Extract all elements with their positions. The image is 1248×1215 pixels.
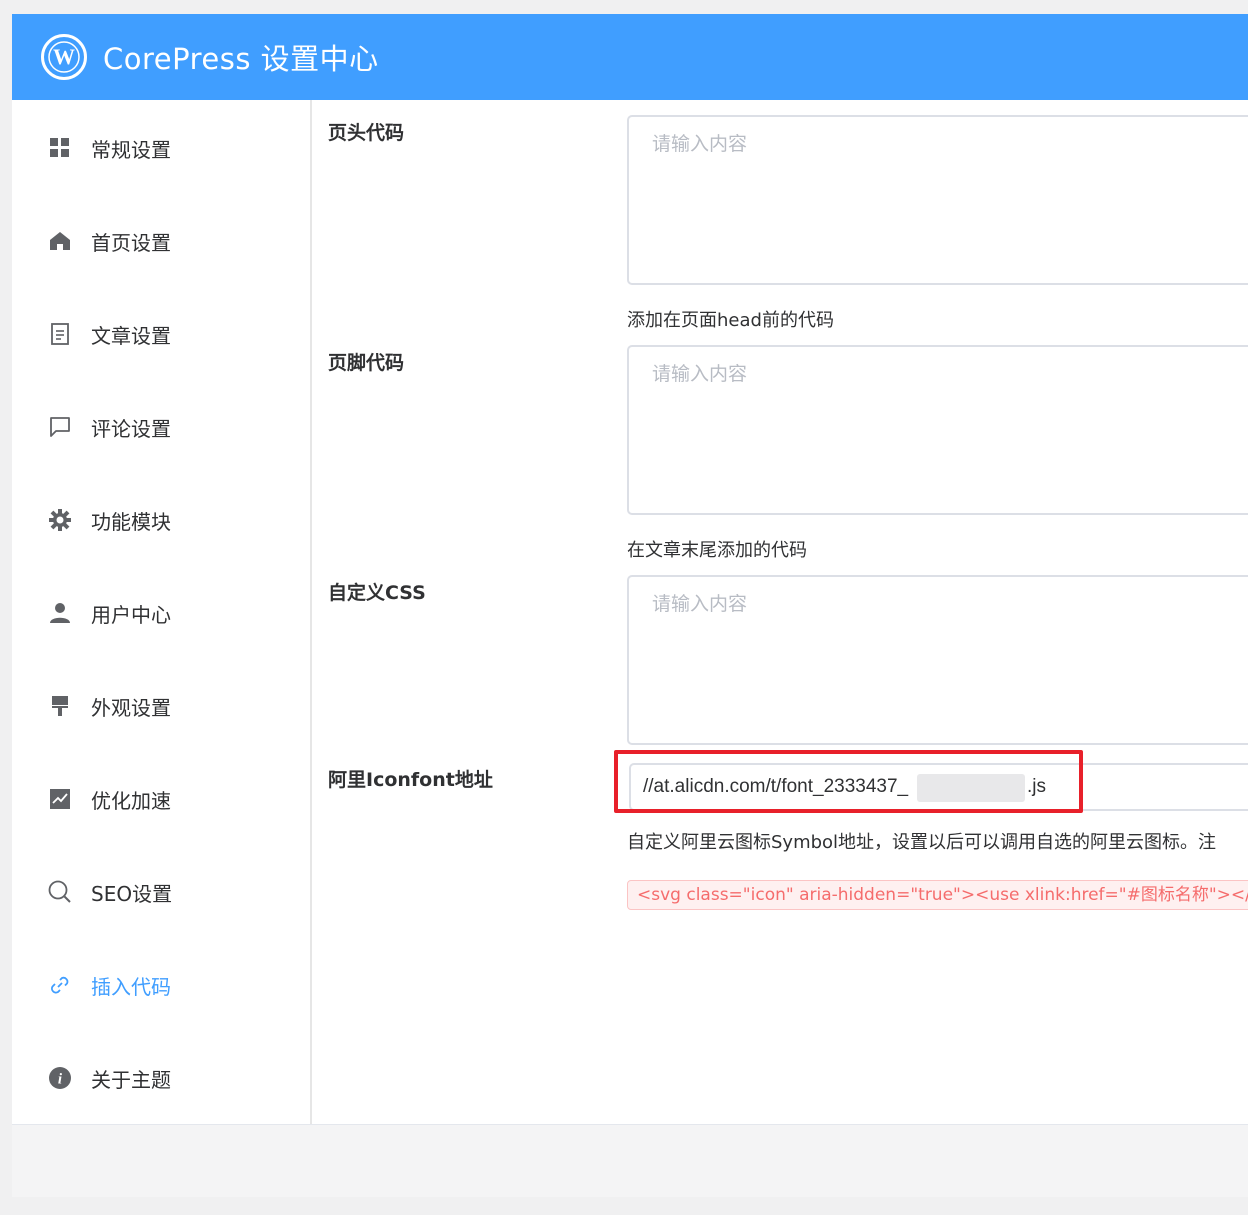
sidebar-item-label: SEO设置	[91, 881, 173, 906]
header-code-label: 页头代码	[328, 122, 405, 144]
link-icon	[48, 973, 72, 997]
sidebar-item-article[interactable]: 文章设置	[12, 306, 310, 362]
sidebar-item-label: 功能模块	[91, 509, 171, 534]
footer-code-placeholder: 请输入内容	[652, 363, 748, 385]
gear-icon	[48, 508, 72, 532]
header-code-placeholder: 请输入内容	[652, 133, 748, 155]
sidebar-item-modules[interactable]: 功能模块	[12, 492, 310, 548]
footer-code-help: 在文章末尾添加的代码	[627, 540, 807, 561]
sidebar-item-label: 外观设置	[91, 695, 171, 720]
svg-text:W: W	[53, 44, 75, 69]
main-content: 页头代码 请输入内容 添加在页面head前的代码 页脚代码 请输入内容 在文章末…	[312, 100, 1248, 1124]
header-code-textarea[interactable]: 请输入内容	[627, 115, 1248, 285]
sidebar-item-label: 关于主题	[91, 1067, 171, 1092]
footer-code-label: 页脚代码	[328, 352, 405, 374]
comment-icon	[48, 415, 72, 439]
sidebar-item-label: 评论设置	[91, 416, 171, 441]
footer-bar	[12, 1124, 1248, 1197]
sidebar-item-user-center[interactable]: 用户中心	[12, 585, 310, 641]
sidebar-item-label: 插入代码	[91, 974, 171, 999]
header-code-help: 添加在页面head前的代码	[627, 310, 834, 331]
sidebar-item-home[interactable]: 首页设置	[12, 213, 310, 269]
custom-css-textarea[interactable]: 请输入内容	[627, 575, 1248, 745]
iconfont-help: 自定义阿里云图标Symbol地址，设置以后可以调用自选的阿里云图标。注	[627, 832, 1217, 853]
sidebar-item-label: 文章设置	[91, 323, 171, 348]
sidebar-item-label: 优化加速	[91, 788, 171, 813]
sidebar-item-about[interactable]: i 关于主题	[12, 1050, 310, 1106]
custom-css-label: 自定义CSS	[328, 582, 426, 604]
sidebar-item-appearance[interactable]: 外观设置	[12, 678, 310, 734]
footer-code-textarea[interactable]: 请输入内容	[627, 345, 1248, 515]
iconfont-code-example: <svg class="icon" aria-hidden="true"><us…	[627, 880, 1248, 910]
paint-brush-icon	[48, 694, 72, 718]
custom-css-placeholder: 请输入内容	[652, 593, 748, 615]
search-icon	[48, 880, 72, 904]
user-icon	[48, 601, 72, 625]
grid-icon	[48, 136, 72, 160]
sidebar-item-comment[interactable]: 评论设置	[12, 399, 310, 455]
home-icon	[48, 229, 72, 253]
document-icon	[48, 322, 72, 346]
sidebar-item-insert-code[interactable]: 插入代码	[12, 957, 310, 1013]
sidebar-item-label: 常规设置	[91, 137, 171, 162]
highlight-box	[614, 750, 1083, 813]
sidebar-item-label: 首页设置	[91, 230, 171, 255]
iconfont-label: 阿里Iconfont地址	[328, 769, 493, 791]
chart-icon	[48, 787, 72, 811]
app-title: CorePress 设置中心	[103, 42, 379, 76]
top-bar: W CorePress 设置中心	[12, 14, 1248, 100]
sidebar: 常规设置 首页设置 文章设置 评论设置 功能模块 用户中心 外观设置 优化加速 …	[12, 100, 312, 1124]
info-icon: i	[48, 1066, 72, 1090]
wordpress-logo-icon: W	[41, 34, 87, 80]
sidebar-item-general[interactable]: 常规设置	[12, 120, 310, 176]
sidebar-item-optimize[interactable]: 优化加速	[12, 771, 310, 827]
settings-window: W CorePress 设置中心 常规设置 首页设置 文章设置 评论设置 功能模…	[12, 14, 1248, 1197]
sidebar-item-label: 用户中心	[91, 602, 171, 627]
sidebar-item-seo[interactable]: SEO设置	[12, 864, 310, 920]
